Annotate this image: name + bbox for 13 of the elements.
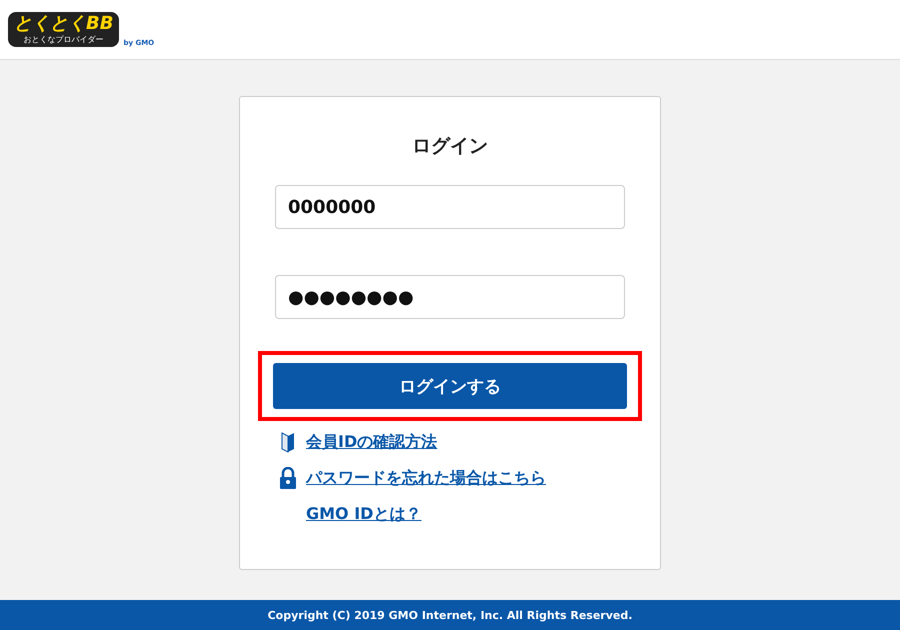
logo[interactable]: とくとくBB おとくなプロバイダー xyxy=(8,12,120,47)
id-field[interactable]: 0000000 xyxy=(275,185,625,229)
book-icon xyxy=(280,431,296,453)
logo-tagline: おとくなプロバイダー xyxy=(24,34,104,45)
logo-title: とくとくBB xyxy=(14,14,114,34)
help-link[interactable]: GMO IDとは？ xyxy=(306,504,422,524)
copyright-text: Copyright (C) 2019 GMO Internet, Inc. All Rights Reserved. xyxy=(268,608,632,622)
password-field[interactable]: ●●●●●●●● xyxy=(275,275,625,319)
help-link[interactable]: パスワードを忘れた場合はこちら xyxy=(306,468,546,488)
login-title: ログイン xyxy=(412,134,488,159)
login-button[interactable]: ログインする xyxy=(273,363,627,409)
lock-icon xyxy=(279,467,297,489)
help-link[interactable]: 会員IDの確認方法 xyxy=(306,432,438,452)
